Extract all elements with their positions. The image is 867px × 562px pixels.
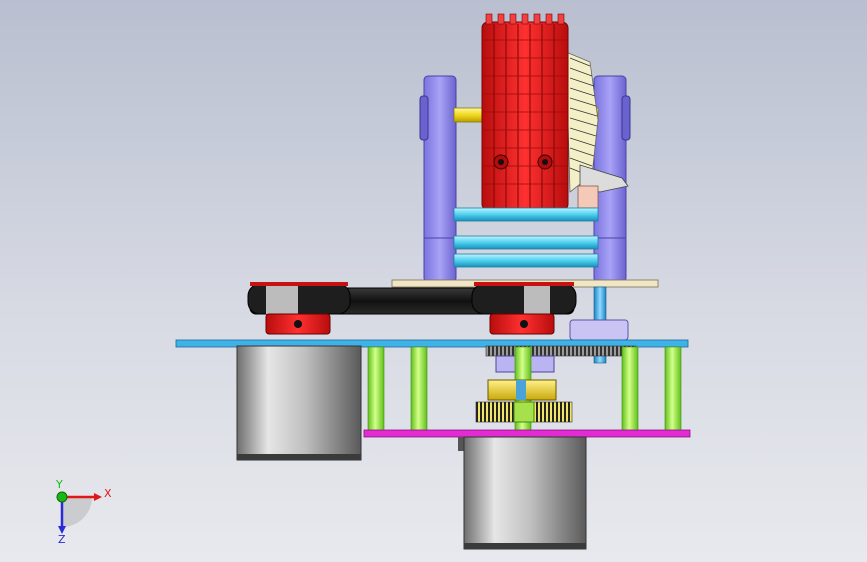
- left-motor: [236, 345, 362, 461]
- z-axis-label: Z: [58, 533, 66, 546]
- spur-gear: [485, 345, 637, 357]
- coupling: [569, 319, 629, 341]
- x-axis-label: X: [104, 487, 112, 500]
- left-frame-post: [423, 75, 457, 283]
- cad-viewport[interactable]: X Z Y: [0, 0, 867, 562]
- red-gear-drum: [481, 13, 569, 217]
- y-axis-label: Y: [55, 478, 63, 491]
- assembly-render: X Z Y: [55, 13, 691, 550]
- y-axis-marker: [56, 491, 68, 503]
- pulley-hubs: [265, 313, 555, 335]
- axis-triad: X Z Y: [55, 478, 112, 546]
- bottom-motor: [458, 436, 587, 550]
- bottom-plate: [363, 429, 691, 438]
- cross-rods: [453, 207, 599, 268]
